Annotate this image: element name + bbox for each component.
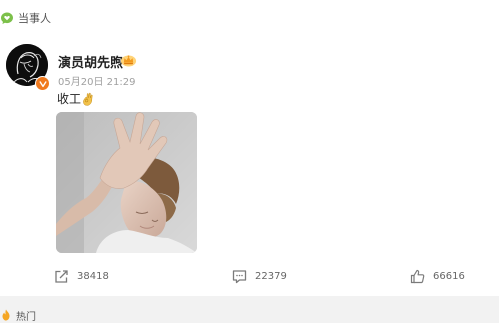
comment-icon (232, 270, 247, 284)
verified-check-icon (39, 80, 46, 87)
heart-chat-icon (1, 12, 13, 24)
section-header: 当事人 (0, 8, 51, 28)
selfie-hand-over-face-photo (56, 112, 197, 253)
post-photo[interactable] (56, 112, 197, 253)
repost-count: 38418 (77, 271, 109, 282)
post-text-content: 收工 (57, 92, 82, 106)
repost-button[interactable]: 38418 (54, 269, 109, 284)
comment-button[interactable]: 22379 (232, 269, 287, 284)
post-card: 当事人 演员胡先煦 05月20日 21:29 收工 (0, 0, 499, 296)
flame-icon (2, 309, 10, 321)
action-bar: 38418 22379 66616 (0, 269, 499, 289)
section-label: 当事人 (18, 12, 51, 25)
like-count: 66616 (433, 271, 465, 282)
thumbs-up-icon (410, 269, 425, 284)
like-button[interactable]: 66616 (410, 269, 465, 284)
post-timestamp[interactable]: 05月20日 21:29 (58, 73, 135, 88)
ok-hand-emoji (83, 92, 93, 106)
comment-count: 22379 (255, 271, 287, 282)
repost-icon (55, 270, 68, 283)
post-text: 收工 (57, 90, 94, 107)
author-name[interactable]: 演员胡先煦 (58, 52, 123, 71)
next-section-label: 热门 (16, 311, 36, 323)
crown-badge-icon[interactable] (120, 53, 137, 67)
verified-badge (35, 76, 50, 91)
